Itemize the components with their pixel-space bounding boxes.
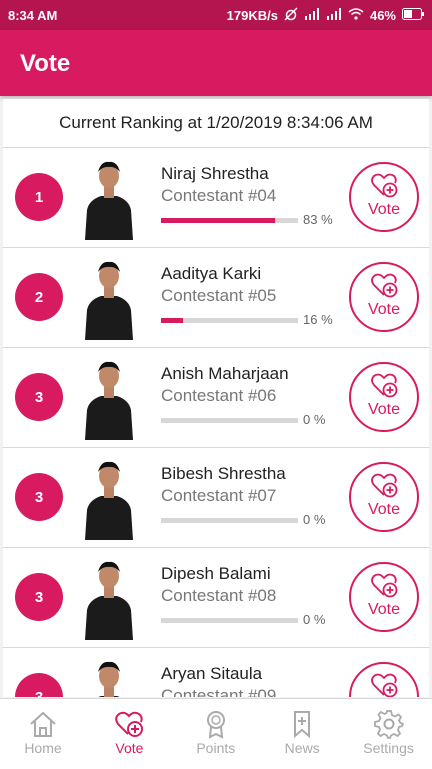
contestant-number: Contestant #09: [161, 686, 277, 697]
vote-button[interactable]: Vote: [349, 662, 419, 697]
heart-plus-icon: [371, 673, 398, 697]
contestant-photo: [79, 156, 139, 240]
vote-progress-bar: [161, 418, 298, 423]
nav-label: Vote: [115, 740, 144, 756]
battery-percent: 46%: [369, 8, 396, 23]
contestant-number: Contestant #07: [161, 486, 277, 505]
ranking-header: Current Ranking at 1/20/2019 8:34:06 AM: [3, 99, 429, 148]
rank-badge: 3: [15, 473, 63, 521]
nav-label: Home: [24, 740, 62, 756]
contestant-photo: [79, 356, 139, 440]
vote-button-label: Vote: [367, 200, 401, 218]
contestant-photo: [79, 556, 139, 640]
contestant-name: Aryan Sitaula: [161, 664, 263, 683]
nav-item-vote[interactable]: Vote: [86, 699, 172, 769]
app-bar: Vote: [0, 30, 432, 96]
wifi-icon: [348, 8, 364, 23]
page-title: Vote: [20, 50, 71, 77]
vote-progress-fill: [161, 218, 275, 223]
nav-item-home[interactable]: Home: [0, 699, 86, 769]
rank-badge: 3: [15, 573, 63, 621]
contestant-name: Anish Maharjaan: [161, 364, 289, 383]
vote-percent: 83 %: [303, 212, 333, 227]
vote-progress-bar: [161, 218, 298, 223]
vote-progress-bar: [161, 318, 298, 323]
rank-badge: 3: [15, 373, 63, 421]
vote-button[interactable]: Vote: [349, 162, 419, 232]
nav-label: Settings: [363, 740, 414, 756]
vote-progress-bar: [161, 618, 298, 623]
battery-icon: [402, 8, 424, 23]
nav-label: News: [284, 740, 320, 756]
nav-item-points[interactable]: Points: [173, 699, 259, 769]
contestant-row: 1 Niraj Shrestha Contestant #04 83 % Vot…: [3, 148, 429, 248]
vote-percent: 0 %: [303, 512, 326, 527]
bookmark-plus-icon: [287, 699, 317, 739]
bottom-nav: Home Vote Points News Settings: [0, 698, 432, 769]
vote-button[interactable]: Vote: [349, 362, 419, 432]
gear-icon: [373, 699, 404, 739]
nav-item-news[interactable]: News: [259, 699, 345, 769]
heart-plus-icon: [371, 473, 398, 497]
contestant-photo: [79, 656, 139, 697]
heart-plus-icon: [371, 573, 398, 597]
rank-badge: 3: [15, 673, 63, 697]
award-icon: [201, 699, 231, 739]
contestant-row: 3 Anish Maharjaan Contestant #06 0 % Vot…: [3, 348, 429, 448]
status-right: 179KB/s 46%: [227, 7, 424, 24]
contestant-row: 3 Bibesh Shrestha Contestant #07 0 % Vot…: [3, 448, 429, 548]
home-icon: [28, 699, 58, 739]
contestant-row: 2 Aaditya Karki Contestant #05 16 % Vote: [3, 248, 429, 348]
vote-button[interactable]: Vote: [349, 262, 419, 332]
vote-percent: 0 %: [303, 612, 326, 627]
vote-percent: 0 %: [303, 412, 326, 427]
vote-icon: [114, 699, 144, 739]
vote-button-label: Vote: [367, 600, 401, 618]
status-time: 8:34 AM: [8, 8, 58, 23]
contestant-number: Contestant #05: [161, 286, 277, 305]
status-bar: 8:34 AM 179KB/s 46%: [0, 0, 432, 30]
rank-badge: 1: [15, 173, 63, 221]
alarm-off-icon: [284, 7, 298, 24]
contestant-number: Contestant #04: [161, 186, 277, 205]
contestant-name: Dipesh Balami: [161, 564, 271, 583]
contestant-row: 3 Aryan Sitaula Contestant #09 Vote: [3, 648, 429, 697]
contestant-list[interactable]: Current Ranking at 1/20/2019 8:34:06 AM …: [3, 99, 429, 697]
vote-progress-fill: [161, 318, 183, 323]
rank-badge: 2: [15, 273, 63, 321]
vote-button[interactable]: Vote: [349, 462, 419, 532]
vote-button-label: Vote: [367, 500, 401, 518]
heart-plus-icon: [371, 173, 398, 197]
vote-button-label: Vote: [367, 400, 401, 418]
heart-plus-icon: [371, 273, 398, 297]
contestant-number: Contestant #08: [161, 586, 277, 605]
contestant-photo: [79, 256, 139, 340]
contestant-name: Aaditya Karki: [161, 264, 262, 283]
vote-percent: 16 %: [303, 312, 333, 327]
contestant-row: 3 Dipesh Balami Contestant #08 0 % Vote: [3, 548, 429, 648]
contestant-name: Niraj Shrestha: [161, 164, 269, 183]
network-speed: 179KB/s: [226, 8, 278, 23]
heart-plus-icon: [371, 373, 398, 397]
contestant-number: Contestant #06: [161, 386, 277, 405]
contestant-photo: [79, 456, 139, 540]
signal-icon-2: [326, 8, 342, 23]
vote-button[interactable]: Vote: [349, 562, 419, 632]
nav-item-settings[interactable]: Settings: [346, 699, 432, 769]
nav-label: Points: [196, 740, 236, 756]
vote-button-label: Vote: [367, 300, 401, 318]
signal-icon: [304, 8, 320, 23]
vote-progress-bar: [161, 518, 298, 523]
contestant-name: Bibesh Shrestha: [161, 464, 286, 483]
